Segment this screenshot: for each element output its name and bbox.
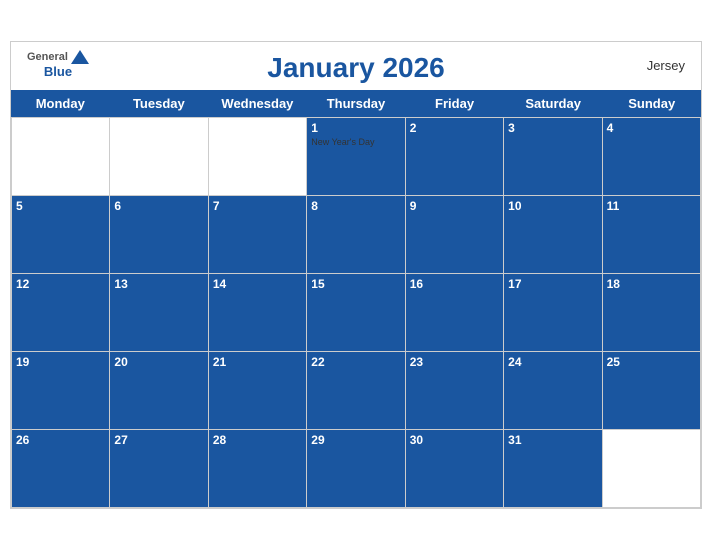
date-number: 20 (114, 355, 203, 369)
calendar-cell: 23 (406, 352, 504, 430)
calendar-cell: 25 (603, 352, 701, 430)
date-number: 14 (213, 277, 302, 291)
date-number: 4 (607, 121, 696, 135)
calendar-cell (209, 118, 307, 196)
calendar-cell: 28 (209, 430, 307, 508)
calendar-cell: 30 (406, 430, 504, 508)
date-number: 11 (607, 199, 696, 213)
calendar-cell: 14 (209, 274, 307, 352)
calendar-cell: 29 (307, 430, 405, 508)
calendar-cell: 6 (110, 196, 208, 274)
calendar-cell: 7 (209, 196, 307, 274)
calendar-cell (603, 430, 701, 508)
calendar-cell: 5 (12, 196, 110, 274)
day-monday: Monday (11, 90, 110, 117)
country-label: Jersey (647, 58, 685, 73)
day-saturday: Saturday (504, 90, 603, 117)
date-number: 7 (213, 199, 302, 213)
calendar-cell: 15 (307, 274, 405, 352)
date-number: 5 (16, 199, 105, 213)
date-number: 28 (213, 433, 302, 447)
date-number: 23 (410, 355, 499, 369)
logo: General Blue (27, 50, 89, 79)
calendar-cell: 8 (307, 196, 405, 274)
days-header: Monday Tuesday Wednesday Thursday Friday… (11, 90, 701, 117)
calendar-cell: 13 (110, 274, 208, 352)
day-thursday: Thursday (307, 90, 406, 117)
calendar-cell: 9 (406, 196, 504, 274)
calendar-cell: 4 (603, 118, 701, 196)
calendar-cell: 16 (406, 274, 504, 352)
day-sunday: Sunday (602, 90, 701, 117)
date-number: 19 (16, 355, 105, 369)
calendar-cell: 22 (307, 352, 405, 430)
logo-icon (71, 50, 89, 64)
date-number: 12 (16, 277, 105, 291)
date-number: 24 (508, 355, 597, 369)
calendar-cell: 18 (603, 274, 701, 352)
calendar-grid: 1New Year's Day2345678910111213141516171… (11, 117, 701, 508)
calendar-cell: 1 New Year's Day (307, 118, 405, 196)
date-number: 18 (607, 277, 696, 291)
date-number: 29 (311, 433, 400, 447)
date-number: 30 (410, 433, 499, 447)
calendar-cell: 26 (12, 430, 110, 508)
date-number: 16 (410, 277, 499, 291)
calendar-cell: 27 (110, 430, 208, 508)
calendar: General Blue January 2026 Jersey Monday … (10, 41, 702, 509)
date-number: 1 (311, 121, 400, 135)
day-wednesday: Wednesday (208, 90, 307, 117)
calendar-cell: 10 (504, 196, 602, 274)
holiday-label: New Year's Day (311, 137, 400, 147)
day-friday: Friday (405, 90, 504, 117)
date-number: 6 (114, 199, 203, 213)
calendar-cell: 2 (406, 118, 504, 196)
calendar-cell: 31 (504, 430, 602, 508)
calendar-cell (12, 118, 110, 196)
date-number: 3 (508, 121, 597, 135)
logo-general-text: General (27, 51, 68, 63)
calendar-cell: 17 (504, 274, 602, 352)
date-number: 2 (410, 121, 499, 135)
month-title: January 2026 (267, 52, 444, 84)
date-number: 10 (508, 199, 597, 213)
calendar-cell: 21 (209, 352, 307, 430)
date-number: 31 (508, 433, 597, 447)
date-number: 27 (114, 433, 203, 447)
calendar-cell: 19 (12, 352, 110, 430)
calendar-cell: 20 (110, 352, 208, 430)
calendar-cell: 3 (504, 118, 602, 196)
date-number: 26 (16, 433, 105, 447)
calendar-cell: 24 (504, 352, 602, 430)
calendar-header: General Blue January 2026 Jersey (11, 42, 701, 90)
logo-blue-text: Blue (44, 64, 72, 79)
date-number: 8 (311, 199, 400, 213)
date-number: 13 (114, 277, 203, 291)
date-number: 21 (213, 355, 302, 369)
date-number: 17 (508, 277, 597, 291)
calendar-cell: 11 (603, 196, 701, 274)
date-number: 9 (410, 199, 499, 213)
calendar-cell (110, 118, 208, 196)
calendar-cell: 12 (12, 274, 110, 352)
day-tuesday: Tuesday (110, 90, 209, 117)
date-number: 25 (607, 355, 696, 369)
date-number: 15 (311, 277, 400, 291)
date-number: 22 (311, 355, 400, 369)
